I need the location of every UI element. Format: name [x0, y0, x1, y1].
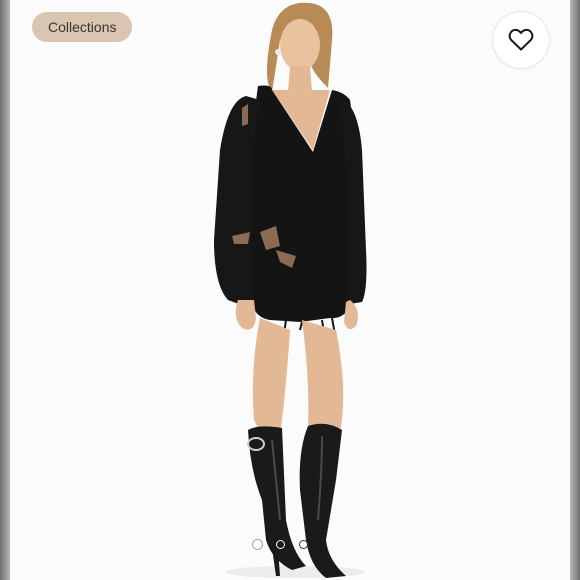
carousel-indicator	[253, 538, 308, 550]
model-illustration	[214, 2, 367, 578]
collections-button[interactable]: Collections	[32, 12, 133, 42]
like-button[interactable]	[493, 12, 549, 68]
product-photo[interactable]	[10, 0, 570, 580]
carousel-dot-3[interactable]	[299, 539, 308, 549]
listing-photo-viewer: Collections	[0, 0, 580, 580]
left-frame-edge	[0, 0, 10, 580]
carousel-dot-2[interactable]	[276, 539, 285, 549]
heart-outline-icon	[508, 28, 534, 51]
carousel-dot-1[interactable]	[253, 539, 262, 549]
right-frame-edge	[570, 0, 580, 580]
